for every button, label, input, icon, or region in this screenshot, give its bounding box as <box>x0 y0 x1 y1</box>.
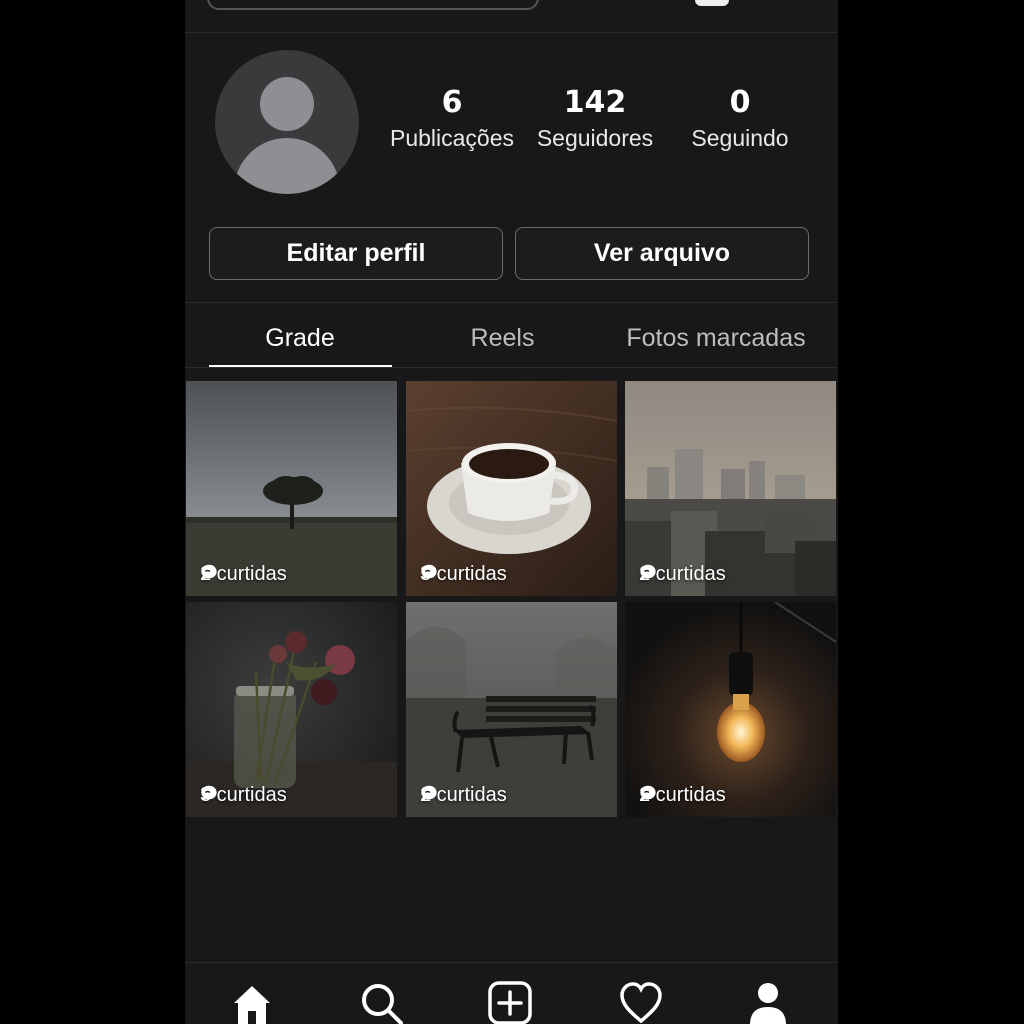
search-icon[interactable] <box>359 981 403 1024</box>
comment-bubble-icon <box>201 564 217 580</box>
comment-bubble-icon <box>421 785 437 801</box>
view-archive-button[interactable]: Ver arquivo <box>515 227 809 280</box>
following-label: Seguindo <box>691 125 789 151</box>
home-icon[interactable] <box>230 981 274 1024</box>
edit-profile-button[interactable]: Editar perfil <box>209 227 503 280</box>
post-tile[interactable]: 2 curtidas <box>625 381 836 596</box>
likes-count: 2 curtidas <box>639 563 726 586</box>
likes-count: 3 curtidas <box>420 563 507 586</box>
bottom-nav <box>185 962 838 1024</box>
profile-icon[interactable] <box>746 981 790 1024</box>
post-tile[interactable]: 3 curtidas <box>406 381 617 596</box>
likes-count: 2 curtidas <box>200 563 287 586</box>
heart-icon[interactable] <box>619 981 663 1024</box>
tab-reels[interactable]: Reels <box>435 318 570 358</box>
comment-bubble-icon <box>201 785 217 801</box>
avatar-body-shape <box>234 138 340 194</box>
posts-count: 6 <box>441 85 463 120</box>
avatar[interactable] <box>215 50 359 194</box>
likes-count: 3 curtidas <box>200 784 287 807</box>
add-post-icon[interactable] <box>488 981 532 1024</box>
posts-label: Publicações <box>389 125 515 151</box>
top-bar <box>185 0 838 33</box>
profile-screen: 6 Publicações 142 Seguidores 0 Seguindo … <box>185 0 838 1024</box>
followers-stat[interactable]: 142 Seguidores <box>525 84 665 154</box>
post-tile[interactable]: 2 curtidas <box>186 381 397 596</box>
post-tile[interactable]: 2 curtidas <box>406 602 617 817</box>
post-tile[interactable]: 3 curtidas <box>186 602 397 817</box>
comment-bubble-icon <box>421 564 437 580</box>
followers-label: Seguidores <box>536 125 654 151</box>
posts-stat[interactable]: 6 Publicações <box>382 84 522 154</box>
divider <box>185 367 838 368</box>
followers-count: 142 <box>563 85 627 120</box>
tab-tagged-photos[interactable]: Fotos marcadas <box>605 318 827 358</box>
likes-count: 2 curtidas <box>639 784 726 807</box>
menu-icon[interactable] <box>695 0 729 6</box>
following-stat[interactable]: 0 Seguindo <box>670 84 810 154</box>
tab-grid[interactable]: Grade <box>209 318 391 358</box>
divider <box>185 302 838 303</box>
comment-bubble-icon <box>640 785 656 801</box>
search-field-partial[interactable] <box>207 0 539 10</box>
likes-count: 2 curtidas <box>420 784 507 807</box>
avatar-head-shape <box>260 77 314 131</box>
post-tile[interactable]: 2 curtidas <box>625 602 836 817</box>
comment-bubble-icon <box>640 564 656 580</box>
following-count: 0 <box>729 85 751 120</box>
